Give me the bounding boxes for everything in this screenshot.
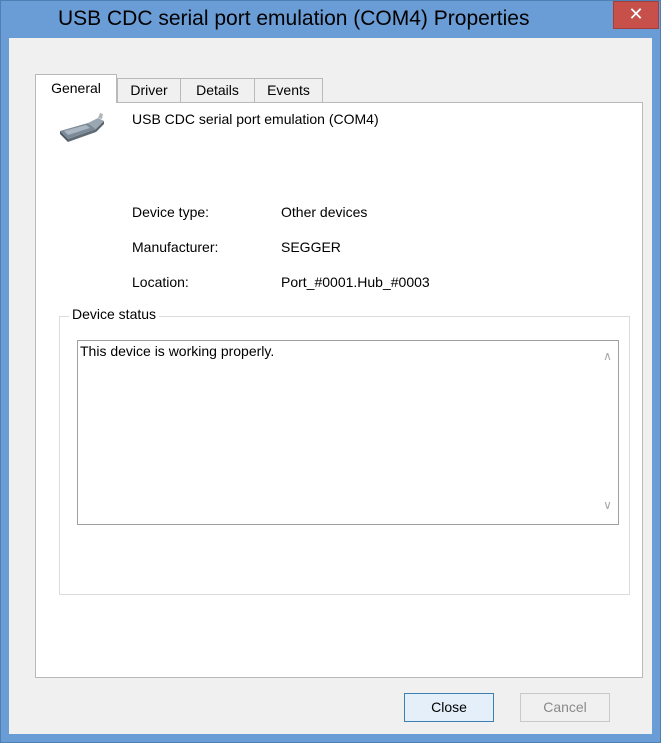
tab-details[interactable]: Details — [180, 78, 255, 102]
device-type-label: Device type: — [132, 204, 210, 220]
manufacturer-value: SEGGER — [281, 239, 341, 255]
properties-dialog: USB CDC serial port emulation (COM4) Pro… — [0, 0, 661, 743]
tab-events-label: Events — [267, 82, 310, 98]
device-status-label: Device status — [69, 306, 160, 322]
device-type-value: Other devices — [281, 204, 368, 220]
status-scrollbar[interactable]: ∧ ∨ — [597, 341, 618, 524]
device-status-text: This device is working properly. — [80, 343, 275, 359]
usb-serial-device-icon — [60, 113, 104, 142]
location-value: Port_#0001.Hub_#0003 — [281, 274, 430, 290]
tab-strip: General Driver Details Events — [9, 38, 652, 103]
device-status-group: Device status This device is working pro… — [59, 306, 630, 595]
scroll-up-icon[interactable]: ∧ — [597, 349, 618, 367]
close-button[interactable]: Close — [404, 693, 494, 722]
manufacturer-label: Manufacturer: — [132, 239, 219, 255]
tab-details-label: Details — [196, 82, 239, 98]
title-bar[interactable]: USB CDC serial port emulation (COM4) Pro… — [1, 1, 660, 38]
general-tab-panel: USB CDC serial port emulation (COM4) Dev… — [35, 102, 643, 678]
window-title: USB CDC serial port emulation (COM4) Pro… — [58, 7, 530, 30]
tab-driver-label: Driver — [130, 82, 168, 98]
device-name: USB CDC serial port emulation (COM4) — [132, 111, 379, 127]
cancel-button[interactable]: Cancel — [520, 693, 610, 722]
tab-general[interactable]: General — [35, 74, 117, 103]
device-status-textbox[interactable]: This device is working properly. ∧ ∨ — [77, 340, 619, 525]
tab-driver[interactable]: Driver — [117, 78, 181, 102]
location-label: Location: — [132, 274, 189, 290]
close-icon: ✕ — [628, 4, 644, 25]
tab-events[interactable]: Events — [254, 78, 323, 102]
scroll-down-icon[interactable]: ∨ — [597, 498, 618, 516]
tab-general-label: General — [51, 80, 101, 96]
close-window-button[interactable]: ✕ — [613, 1, 659, 29]
dialog-client-area: General Driver Details Events USB CDC se… — [9, 38, 652, 734]
